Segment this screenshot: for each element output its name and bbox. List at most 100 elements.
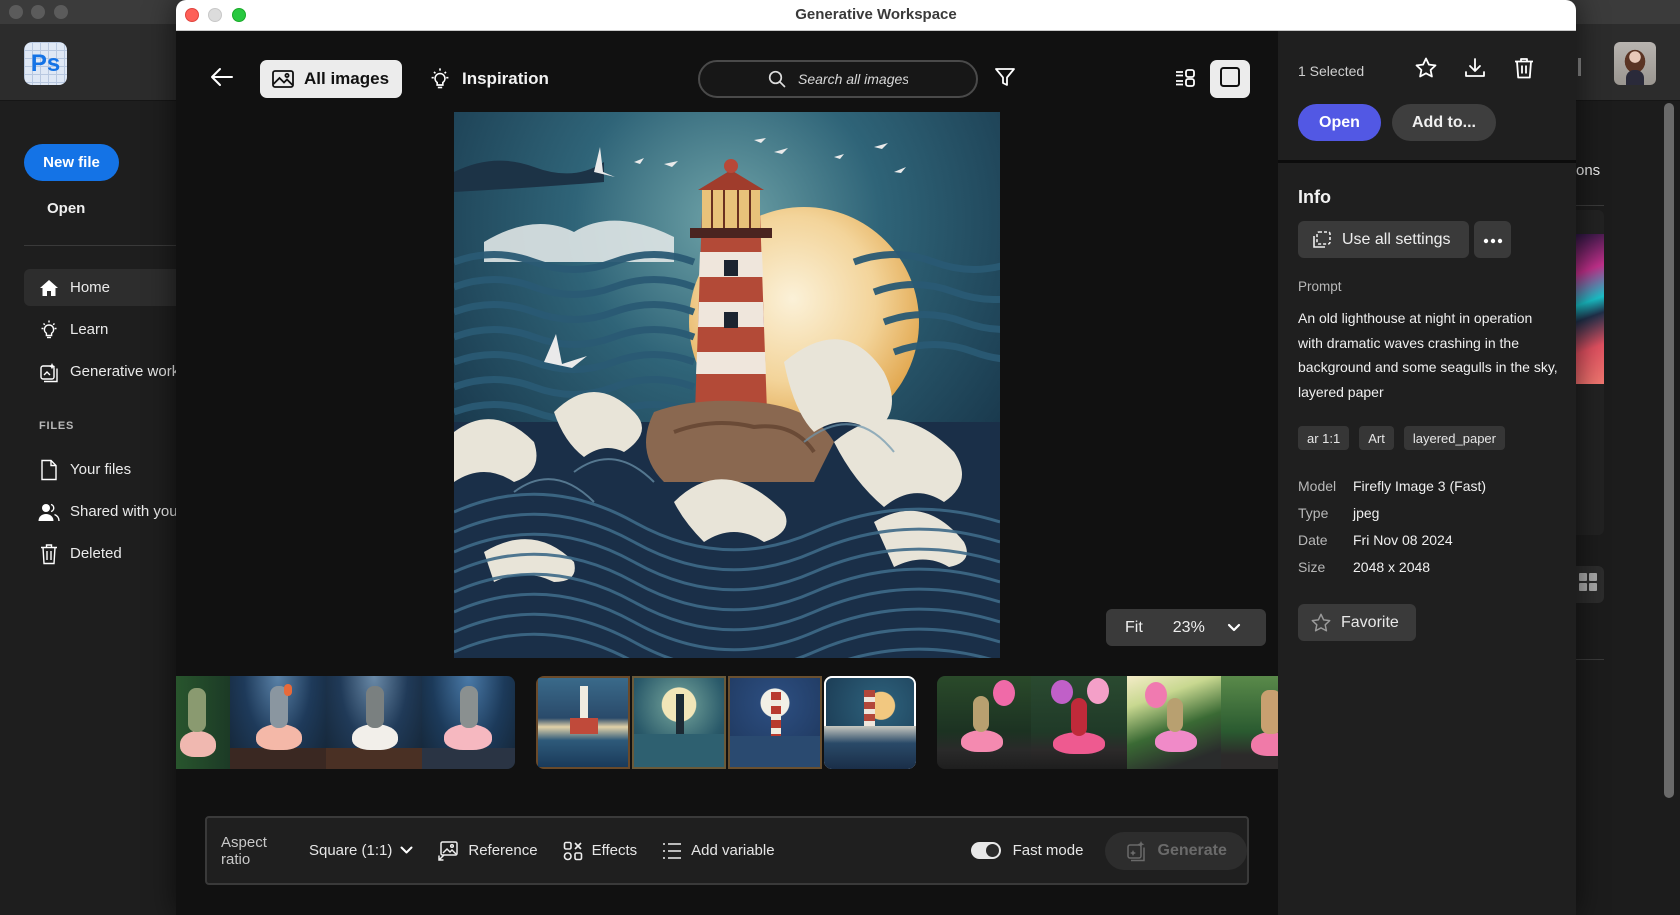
image-metadata: Model Firefly Image 3 (Fast) Type jpeg D… — [1298, 472, 1486, 580]
close-window-button[interactable] — [185, 8, 199, 22]
fast-mode-toggle-group[interactable]: Fast mode — [970, 842, 1083, 859]
bg-minimize-light[interactable] — [31, 5, 45, 19]
chevron-down-icon — [400, 846, 413, 855]
photoshop-logo[interactable]: Ps — [24, 42, 67, 85]
filter-button[interactable] — [992, 66, 1018, 92]
main-area: All images Inspiration Search all images… — [176, 31, 1278, 915]
zoom-control[interactable]: Fit 23% — [1106, 609, 1266, 646]
back-button[interactable] — [208, 65, 236, 93]
download-button[interactable] — [1461, 56, 1489, 84]
thumbnail[interactable] — [230, 676, 326, 769]
chevron-down-icon[interactable] — [1227, 623, 1241, 633]
thumbnail[interactable] — [728, 676, 822, 769]
aspect-ratio-dropdown[interactable]: Square (1:1) — [300, 842, 413, 859]
tag[interactable]: layered_paper — [1403, 426, 1505, 450]
thumbnail[interactable] — [632, 676, 726, 769]
reference-image-icon — [437, 840, 459, 862]
image-icon — [272, 70, 294, 88]
grid-view-button[interactable] — [1576, 566, 1604, 603]
file-icon — [38, 459, 60, 481]
lighthouse-artwork — [454, 112, 1000, 658]
background-scrollbar[interactable] — [1664, 103, 1674, 798]
thumbnail-strip[interactable] — [176, 676, 1278, 771]
meta-row-model: Model Firefly Image 3 (Fast) — [1298, 477, 1487, 494]
more-icon — [1483, 231, 1503, 249]
user-avatar[interactable] — [1614, 42, 1656, 85]
list-view-button[interactable] — [1172, 66, 1200, 94]
tag[interactable]: ar 1:1 — [1298, 426, 1350, 450]
thumbnail[interactable] — [1031, 676, 1127, 769]
use-all-settings-button[interactable]: Use all settings — [1298, 221, 1469, 258]
window-title: Generative Workspace — [795, 6, 957, 23]
search-input[interactable] — [798, 71, 908, 87]
generate-button[interactable]: Generate — [1105, 831, 1247, 870]
open-link[interactable]: Open — [47, 200, 85, 217]
thumbnail[interactable] — [176, 676, 230, 769]
reference-button[interactable]: Reference — [437, 840, 538, 862]
bg-zoom-light[interactable] — [54, 5, 68, 19]
zoom-level: 23% — [1172, 618, 1205, 636]
thumbnail[interactable] — [937, 676, 1031, 769]
sidebar-item-your-files[interactable]: Your files — [24, 451, 176, 488]
thumbnail-group-dino-balloons — [937, 676, 1278, 769]
lightbulb-icon — [38, 319, 60, 341]
window-titlebar[interactable]: Generative Workspace — [176, 0, 1576, 31]
thumbnail[interactable] — [1221, 676, 1278, 769]
sidebar-item-generative-workspace[interactable]: Generative workspace — [24, 353, 176, 390]
meta-row-date: Date Fri Nov 08 2024 — [1298, 531, 1453, 548]
maximize-window-button[interactable] — [232, 8, 246, 22]
sidebar-item-home[interactable]: Home — [24, 269, 176, 306]
new-file-button[interactable]: New file — [24, 144, 119, 181]
selection-header: 1 Selected Open Add to... — [1278, 31, 1576, 163]
sidebar-item-shared-with-you[interactable]: Shared with you — [24, 493, 176, 530]
divider — [1576, 205, 1604, 206]
trash-icon — [1514, 57, 1534, 84]
partial-thumbnail[interactable] — [1576, 234, 1604, 384]
files-section-label: FILES — [39, 420, 75, 432]
tab-inspiration[interactable]: Inspiration — [420, 60, 549, 98]
list-icon — [662, 842, 682, 860]
effects-icon — [563, 841, 583, 861]
generative-workspace-icon — [38, 361, 60, 383]
partial-toolbar-icon — [1578, 58, 1581, 76]
generate-sparkle-icon — [1126, 840, 1148, 862]
trash-icon — [38, 543, 60, 565]
sidebar-item-deleted[interactable]: Deleted — [24, 535, 176, 572]
list-view-icon — [1175, 68, 1197, 93]
more-options-button[interactable] — [1474, 221, 1511, 258]
bg-close-light[interactable] — [9, 5, 23, 19]
people-icon — [38, 501, 60, 523]
open-button[interactable]: Open — [1298, 104, 1381, 141]
meta-row-type: Type jpeg — [1298, 504, 1380, 521]
sidebar-item-learn[interactable]: Learn — [24, 311, 176, 348]
selected-count: 1 Selected — [1298, 63, 1365, 79]
add-variable-button[interactable]: Add variable — [662, 842, 775, 860]
add-to-button[interactable]: Add to... — [1392, 104, 1496, 141]
filter-icon — [994, 66, 1016, 93]
effects-button[interactable]: Effects — [563, 841, 637, 861]
zoom-fit-button[interactable]: Fit — [1125, 619, 1143, 637]
thumbnail[interactable] — [536, 676, 630, 769]
single-view-button[interactable] — [1210, 60, 1250, 98]
thumbnail[interactable] — [1127, 676, 1221, 769]
tag[interactable]: Art — [1359, 426, 1394, 450]
thumbnail[interactable] — [326, 676, 422, 769]
thumbnail-selected[interactable] — [824, 676, 916, 769]
main-preview-image[interactable] — [454, 112, 1000, 658]
prompt-text: An old lighthouse at night in operation … — [1298, 310, 1558, 400]
favorite-button[interactable]: Favorite — [1298, 604, 1416, 641]
aspect-ratio-label: Aspect ratio — [221, 833, 267, 868]
delete-button[interactable] — [1510, 56, 1538, 84]
info-heading: Info — [1298, 187, 1331, 207]
info-panel: 1 Selected Open Add to... Info Use all s… — [1278, 31, 1576, 915]
search-box[interactable] — [698, 60, 978, 98]
partial-heading: ons — [1576, 162, 1601, 179]
star-icon — [1414, 56, 1438, 85]
minimize-window-button[interactable] — [208, 8, 222, 22]
thumbnail[interactable] — [422, 676, 515, 769]
arrow-left-icon — [210, 67, 234, 92]
fast-mode-toggle[interactable] — [970, 842, 1001, 859]
tab-all-images[interactable]: All images — [260, 60, 402, 98]
home-icon — [38, 277, 60, 299]
favorite-icon-button[interactable] — [1412, 56, 1440, 84]
